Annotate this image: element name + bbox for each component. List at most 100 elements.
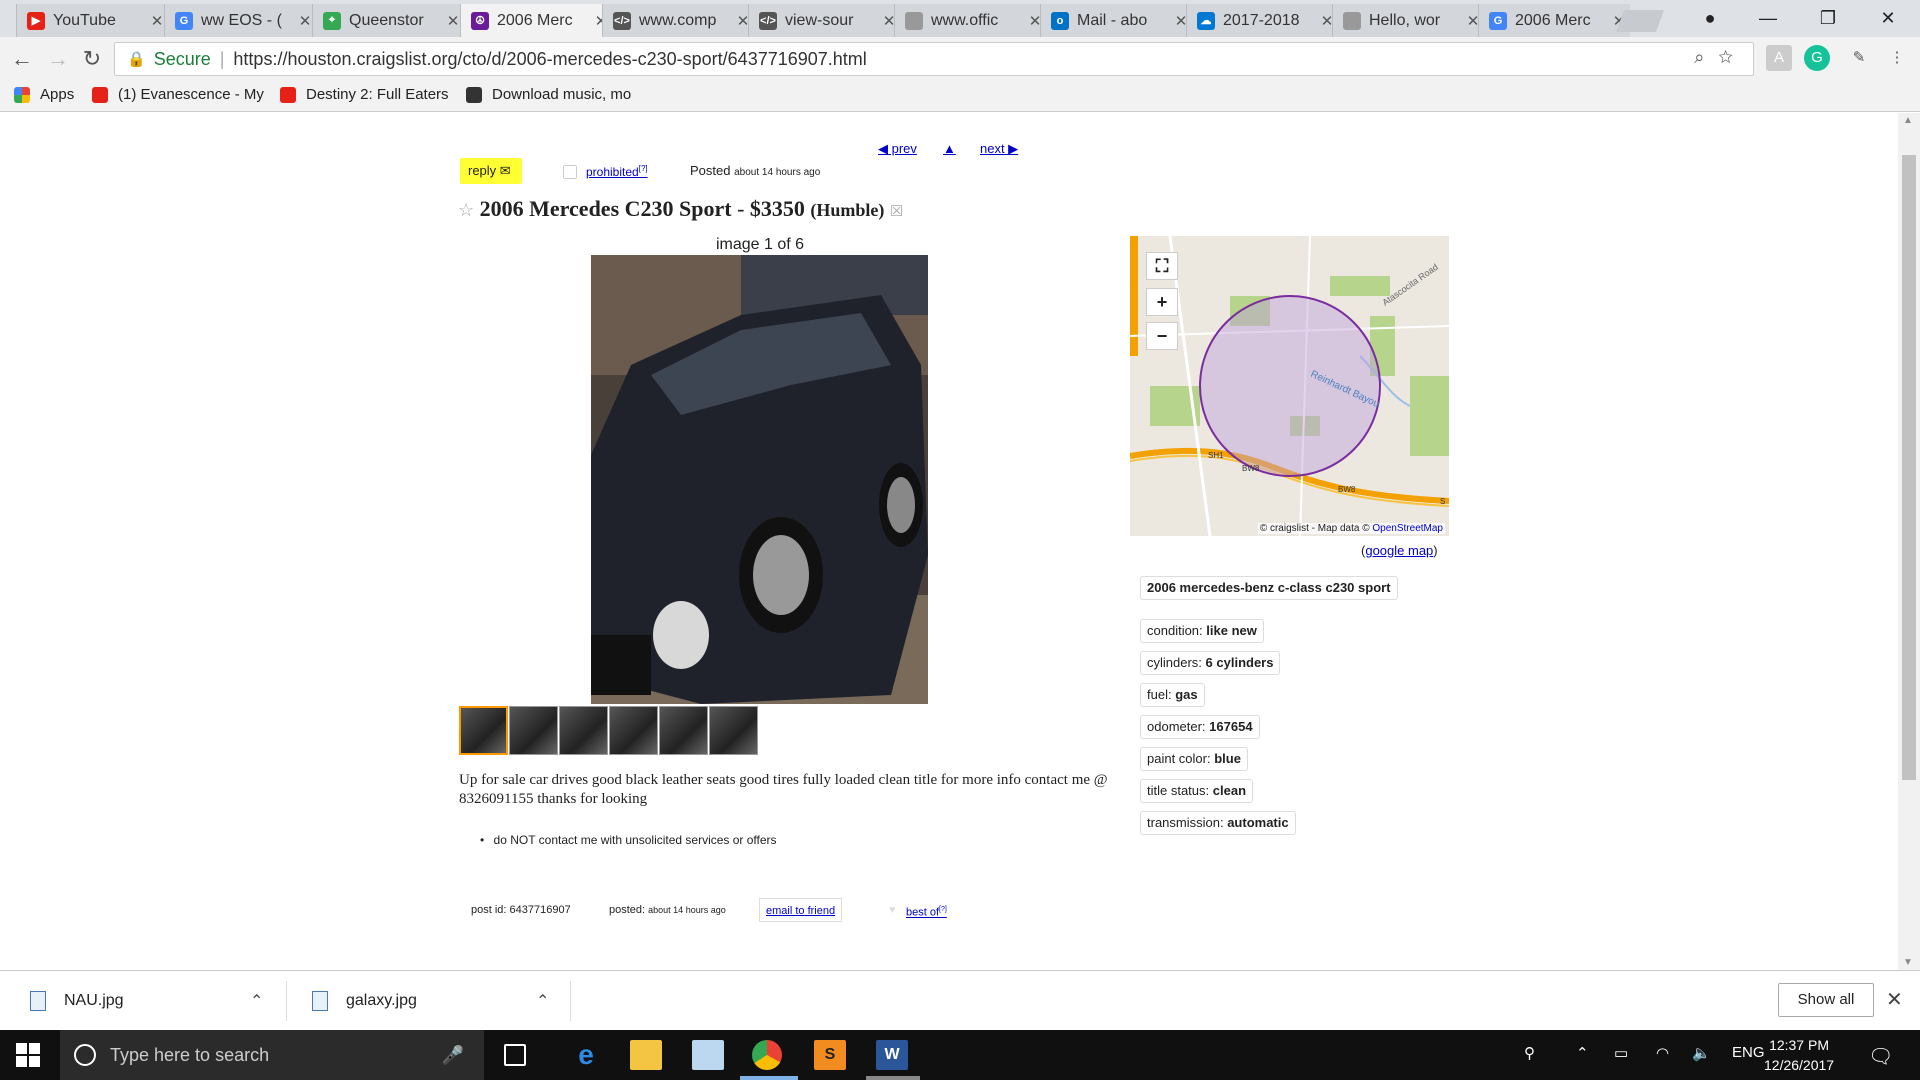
tab-favicon-icon — [905, 11, 923, 30]
people-icon[interactable]: ⚲ — [1524, 1044, 1535, 1062]
car-icon — [466, 86, 482, 103]
up-link[interactable]: ▲ — [943, 141, 956, 156]
thumbnail[interactable] — [659, 706, 708, 755]
chevron-up-icon[interactable]: ⌃ — [250, 991, 263, 1011]
reply-button[interactable]: reply ✉ — [460, 158, 522, 184]
close-icon[interactable]: ✕ — [1886, 987, 1903, 1012]
zoom-in-button[interactable]: + — [1146, 288, 1178, 316]
tab-title: 2017-2018 — [1223, 11, 1300, 29]
taskbar-search[interactable]: Type here to search 🎤 — [60, 1030, 484, 1080]
address-bar[interactable]: 🔒 Secure | https://houston.craigslist.or… — [114, 42, 1754, 76]
browser-tab[interactable]: G2006 Merc✕ — [1478, 4, 1630, 37]
scroll-thumb[interactable] — [1902, 155, 1916, 780]
prohibited-link[interactable]: prohibited[?] — [586, 164, 648, 179]
clock-time: 12:37 PM — [1769, 1037, 1829, 1053]
zoom-icon[interactable]: ⌕ — [1694, 47, 1718, 67]
attr-value: blue — [1214, 751, 1241, 766]
page-scrollbar[interactable]: ▲ ▼ — [1898, 113, 1920, 970]
location-map[interactable]: Reinhardt Bayou Atascocita Road SH1 BW8 … — [1130, 236, 1449, 536]
bookmark-star-icon[interactable]: ☆ — [1718, 47, 1747, 67]
reload-icon[interactable]: ↻ — [78, 45, 106, 73]
language-indicator[interactable]: ENG — [1732, 1044, 1765, 1061]
bookmark-evanescence[interactable]: (1) Evanescence - My — [92, 86, 264, 103]
browser-tab[interactable]: </> www.comp ✕ — [602, 4, 754, 37]
tab-title: www.offic — [931, 11, 999, 29]
browser-tab[interactable]: ▶ YouTube ✕ — [16, 4, 168, 37]
microphone-icon[interactable]: 🎤 — [442, 1045, 464, 1066]
help-mark[interactable]: [?] — [639, 164, 648, 173]
help-mark[interactable]: [?] — [939, 906, 947, 913]
main-car-photo[interactable] — [591, 255, 928, 704]
volume-icon[interactable]: 🔈 — [1692, 1044, 1711, 1062]
browser-tab[interactable]: www.offic ✕ — [894, 4, 1046, 37]
prev-link[interactable]: ◀ prev — [878, 141, 917, 157]
tab-strip: ▶ YouTube ✕ Gww EOS - (✕ ⌖ Queenstor ✕ ☮ 2006 Me… — [0, 0, 1920, 37]
profile-icon[interactable]: ● — [1688, 5, 1732, 31]
windows-start-icon[interactable] — [16, 1043, 40, 1067]
word-icon[interactable]: W — [876, 1040, 908, 1070]
back-icon[interactable]: ← — [8, 45, 36, 73]
new-tab-button[interactable] — [1615, 10, 1665, 32]
tab-favicon-icon: o — [1051, 11, 1069, 30]
extension-tool-icon[interactable]: ✎ — [1846, 45, 1872, 71]
grammarly-icon[interactable]: G — [1804, 45, 1830, 71]
favorite-star-icon[interactable]: ☆ — [458, 200, 474, 220]
thumbnail[interactable] — [509, 706, 558, 755]
menu-icon[interactable]: ⋮ — [1884, 45, 1910, 71]
scroll-up-icon[interactable]: ▲ — [1903, 115, 1913, 126]
file-explorer-icon[interactable] — [630, 1040, 662, 1070]
fullscreen-button[interactable]: ⛶ — [1146, 252, 1178, 280]
minimize-button[interactable]: — — [1746, 5, 1790, 31]
extension-a-icon[interactable]: A — [1766, 45, 1792, 71]
attr-item: condition: like new — [1140, 619, 1264, 643]
scroll-down-icon[interactable]: ▼ — [1903, 957, 1913, 968]
thumbnail[interactable] — [559, 706, 608, 755]
zoom-out-button[interactable]: − — [1146, 322, 1178, 350]
forward-icon[interactable]: → — [44, 45, 72, 73]
email-to-friend-link[interactable]: email to friend — [759, 898, 843, 922]
app-cube-icon[interactable] — [692, 1040, 724, 1070]
chevron-up-icon[interactable]: ⌃ — [1576, 1044, 1589, 1062]
browser-tab[interactable]: ☁ 2017-2018 ✕ — [1186, 4, 1338, 37]
notifications-icon[interactable]: 🗨 — [1868, 1044, 1893, 1069]
chrome-icon[interactable] — [752, 1040, 782, 1070]
task-view-icon[interactable] — [504, 1044, 526, 1066]
wifi-icon[interactable]: ◠ — [1656, 1044, 1669, 1062]
openstreetmap-link[interactable]: OpenStreetMap — [1372, 523, 1443, 534]
bookmark-apps[interactable]: Apps — [14, 86, 74, 103]
url-text[interactable]: https://houston.craigslist.org/cto/d/200… — [233, 49, 866, 70]
edge-icon[interactable]: e — [570, 1040, 602, 1070]
attr-model: 2006 mercedes-benz c-class c230 sport — [1140, 576, 1398, 600]
browser-tab[interactable]: ☮ 2006 Merc ✕ — [460, 4, 612, 37]
browser-tab[interactable]: ⌖ Queenstor ✕ — [312, 4, 464, 37]
heart-icon[interactable]: ♥ — [889, 898, 896, 922]
download-item[interactable]: galaxy.jpg ⌃ — [312, 971, 552, 1031]
best-of-link[interactable]: best of[?] — [906, 898, 947, 922]
browser-tab[interactable]: o Mail - abo ✕ — [1040, 4, 1192, 37]
hide-icon[interactable]: ☒ — [890, 204, 903, 220]
next-link[interactable]: next ▶ — [980, 141, 1018, 157]
google-map-anchor[interactable]: google map — [1365, 543, 1433, 558]
tab-favicon-icon: ⌖ — [323, 11, 341, 30]
attr-value: automatic — [1227, 815, 1289, 830]
download-item[interactable]: NAU.jpg ⌃ — [30, 971, 270, 1031]
thumbnail[interactable] — [709, 706, 758, 755]
bookmarks-bar: Apps (1) Evanescence - My Destiny 2: Ful… — [0, 82, 1920, 112]
bookmark-download-music[interactable]: Download music, mo — [466, 86, 631, 103]
browser-tab[interactable]: Hello, wor ✕ — [1332, 4, 1484, 37]
show-all-button[interactable]: Show all — [1778, 983, 1874, 1017]
prohibited-checkbox[interactable] — [563, 165, 577, 179]
sublime-text-icon[interactable]: S — [814, 1040, 846, 1070]
tab-favicon-icon: G — [175, 11, 193, 30]
close-window-button[interactable]: ✕ — [1866, 5, 1910, 31]
restore-button[interactable]: ❐ — [1806, 5, 1850, 31]
bookmark-destiny[interactable]: Destiny 2: Full Eaters — [280, 86, 449, 103]
system-clock[interactable]: 12:37 PM 12/26/2017 — [1764, 1035, 1834, 1075]
thumbnail[interactable] — [459, 706, 508, 755]
browser-tab[interactable]: </> view-sour ✕ — [748, 4, 900, 37]
thumbnail[interactable] — [609, 706, 658, 755]
attr-value: like new — [1206, 623, 1257, 638]
battery-icon[interactable]: ▭ — [1614, 1044, 1628, 1062]
browser-tab[interactable]: Gww EOS - (✕ — [164, 4, 316, 37]
chevron-up-icon[interactable]: ⌃ — [536, 991, 549, 1011]
